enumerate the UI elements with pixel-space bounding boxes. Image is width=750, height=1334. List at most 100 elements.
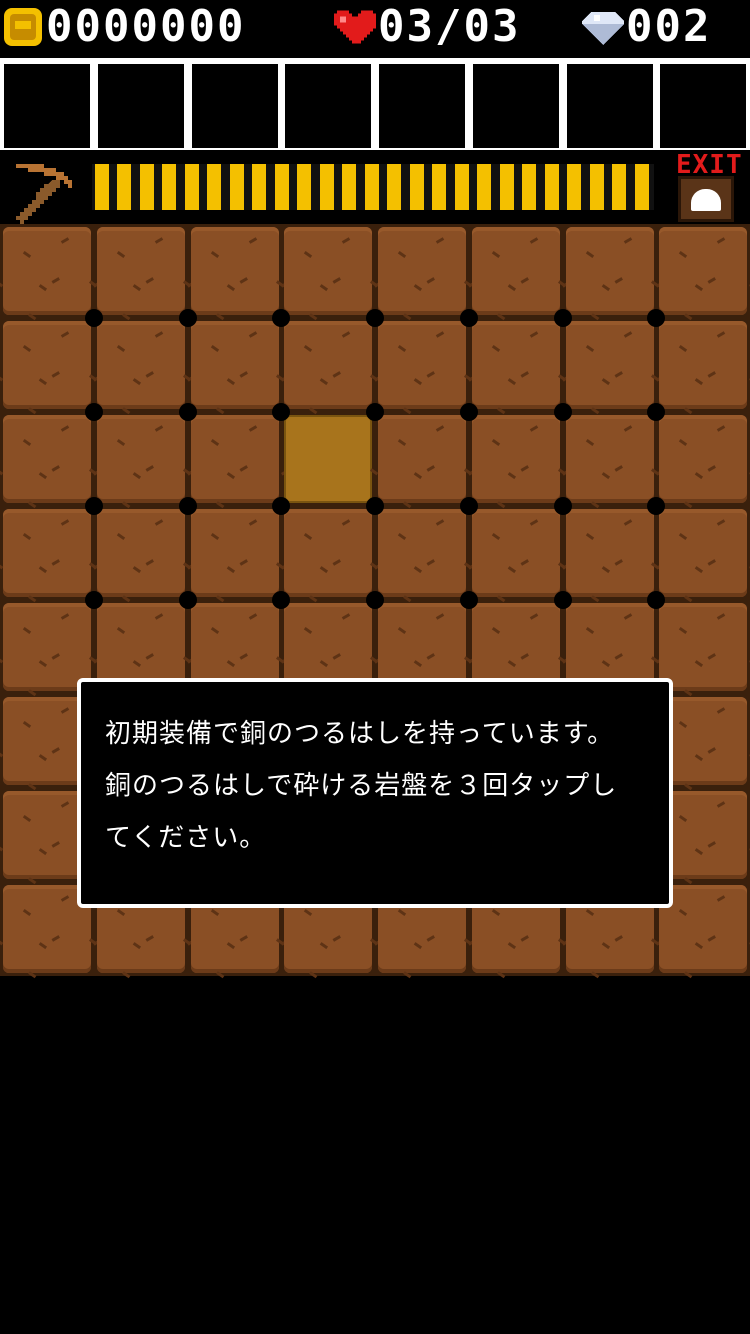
inventory-slot[interactable] <box>473 64 559 148</box>
durability-segment <box>612 164 626 210</box>
rock-tile[interactable] <box>97 415 185 503</box>
grid-rivet <box>554 403 572 421</box>
durability-segment <box>635 164 649 210</box>
grid-rivet <box>85 591 103 609</box>
inventory-slot[interactable] <box>567 64 653 148</box>
tool-row: EXIT <box>0 150 750 224</box>
durability-segment <box>320 164 334 210</box>
rock-tile[interactable] <box>659 321 747 409</box>
exit-door-icon[interactable] <box>678 176 734 222</box>
rock-tile[interactable] <box>378 509 466 597</box>
rock-tile[interactable] <box>191 415 279 503</box>
grid-rivet <box>179 309 197 327</box>
rock-tile[interactable] <box>659 603 747 691</box>
inventory-slot[interactable] <box>660 64 746 148</box>
rock-tile[interactable] <box>191 321 279 409</box>
grid-rivet <box>366 403 384 421</box>
rock-tile[interactable] <box>659 415 747 503</box>
rock-tile[interactable] <box>284 321 372 409</box>
durability-segment <box>95 164 109 210</box>
grid-rivet <box>460 403 478 421</box>
grid-rivet <box>460 497 478 515</box>
grid-rivet <box>179 403 197 421</box>
grid-rivet <box>647 309 665 327</box>
life-counter: 03/03 <box>334 4 520 50</box>
rock-tile[interactable] <box>284 227 372 315</box>
durability-segment <box>500 164 514 210</box>
grid-rivet <box>554 497 572 515</box>
rock-tile[interactable] <box>3 415 91 503</box>
rock-tile[interactable] <box>566 227 654 315</box>
rock-tile[interactable] <box>659 509 747 597</box>
durability-segment <box>207 164 221 210</box>
grid-rivet <box>179 591 197 609</box>
grid-rivet <box>179 497 197 515</box>
pickaxe-icon[interactable] <box>8 156 80 224</box>
grid-rivet <box>366 497 384 515</box>
rock-tile[interactable] <box>3 227 91 315</box>
rock-tile[interactable] <box>3 603 91 691</box>
rock-tile[interactable] <box>191 509 279 597</box>
tutorial-dialog[interactable]: 初期装備で銅のつるはしを持っています。 銅のつるはしで砕ける岩盤を３回タップし … <box>77 678 673 908</box>
durability-segment <box>477 164 491 210</box>
highlighted-rock-tile[interactable] <box>284 415 372 503</box>
inventory-slot[interactable] <box>379 64 465 148</box>
rock-tile[interactable] <box>472 415 560 503</box>
grid-rivet <box>366 309 384 327</box>
durability-segment <box>140 164 154 210</box>
grid-rivet <box>647 497 665 515</box>
rock-tile[interactable] <box>378 227 466 315</box>
rock-tile[interactable] <box>566 321 654 409</box>
rock-tile[interactable] <box>472 227 560 315</box>
dialog-line: てください。 <box>105 823 267 853</box>
rock-tile[interactable] <box>472 509 560 597</box>
rock-tile[interactable] <box>472 321 560 409</box>
rock-tile[interactable] <box>378 321 466 409</box>
gem-value: 002 <box>626 1 712 52</box>
rock-tile[interactable] <box>659 227 747 315</box>
rock-tile[interactable] <box>566 509 654 597</box>
durability-segment <box>545 164 559 210</box>
grid-rivet <box>460 309 478 327</box>
durability-segment <box>162 164 176 210</box>
grid-rivet <box>272 309 290 327</box>
rock-tile[interactable] <box>3 509 91 597</box>
gold-counter: 0000000 <box>4 4 245 50</box>
rock-tile[interactable] <box>566 415 654 503</box>
gold-value: 0000000 <box>46 1 246 52</box>
dialog-line: 銅のつるはしで砕ける岩盤を３回タップし <box>105 771 618 801</box>
durability-bar <box>92 164 654 210</box>
inventory-slot[interactable] <box>98 64 184 148</box>
rock-tile[interactable] <box>191 227 279 315</box>
durability-segment <box>567 164 581 210</box>
durability-segment <box>410 164 424 210</box>
grid-rivet <box>647 403 665 421</box>
durability-segment <box>590 164 604 210</box>
grid-rivet <box>366 591 384 609</box>
durability-segment <box>455 164 469 210</box>
durability-segment <box>387 164 401 210</box>
rock-tile[interactable] <box>284 509 372 597</box>
durability-segment <box>432 164 446 210</box>
grid-rivet <box>85 497 103 515</box>
durability-segment <box>522 164 536 210</box>
grid-rivet <box>85 309 103 327</box>
rock-tile[interactable] <box>3 321 91 409</box>
rock-tile[interactable] <box>97 227 185 315</box>
rock-tile[interactable] <box>97 509 185 597</box>
durability-segment <box>342 164 356 210</box>
durability-segment <box>252 164 266 210</box>
rock-tile[interactable] <box>378 415 466 503</box>
durability-segment <box>117 164 131 210</box>
inventory-slot[interactable] <box>192 64 278 148</box>
grid-rivet <box>272 403 290 421</box>
rock-tile[interactable] <box>97 321 185 409</box>
durability-segment <box>230 164 244 210</box>
grid-rivet <box>647 591 665 609</box>
inventory-slot[interactable] <box>4 64 90 148</box>
inventory-slot[interactable] <box>285 64 371 148</box>
grid-rivet <box>554 591 572 609</box>
game-screen: 0000000 03/03 002 EXIT 初期装備で銅のつるはしを持っていま… <box>0 0 750 1334</box>
durability-segment <box>185 164 199 210</box>
coin-icon <box>4 8 42 46</box>
